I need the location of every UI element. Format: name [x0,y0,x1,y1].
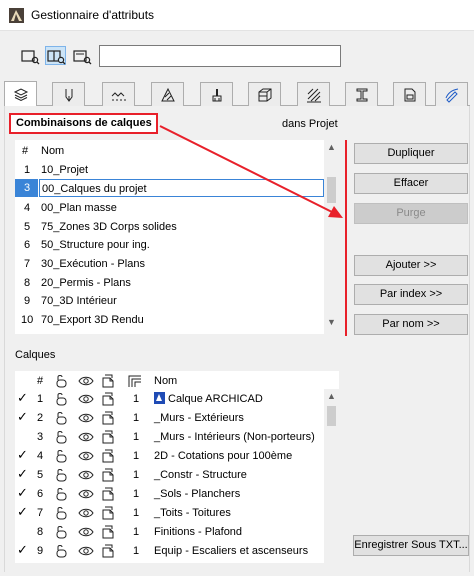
layer-index: 3 [37,431,44,443]
visibility-eye-icon [78,376,94,386]
layer-row[interactable]: 8 1 Finitions - Plafond [15,523,323,541]
layers-scrollbar[interactable]: ▲ [324,389,339,563]
lock-icon[interactable] [55,411,69,425]
archicad-layer-icon [154,392,165,404]
layer-row[interactable]: ✓ 7 1 _Toits - Toitures [15,504,323,522]
scroll-thumb[interactable] [327,406,336,426]
layers-list[interactable]: # Nom ✓ 1 1 Calque ARCHICAD ✓ 2 1 _Murs - Extér… [15,371,339,563]
layer-row[interactable]: ✓ 2 1 _Murs - Extérieurs [15,409,323,427]
scroll-up-icon[interactable]: ▲ [324,391,339,401]
intersection-group-value: 1 [133,450,140,462]
visibility-eye-icon[interactable] [78,469,94,481]
lock-icon [56,375,67,388]
layer-row[interactable]: ✓ 9 1 Equip - Escaliers et ascenseurs [15,542,323,560]
layer-index: 9 [37,545,44,557]
intersection-group-icon [128,375,141,387]
layer-name-text: 2D - Cotations pour 100ème [154,450,293,462]
layer-name-text: _Constr - Structure [154,469,247,481]
layer-name-text: _Murs - Intérieurs (Non-porteurs) [154,431,315,443]
lock-icon[interactable] [55,392,69,406]
visibility-eye-icon[interactable] [78,526,94,538]
visibility-eye-icon[interactable] [78,450,94,462]
wireframe-icon[interactable] [101,430,115,444]
checkmark-icon[interactable]: ✓ [17,541,28,559]
checkmark-icon[interactable]: ✓ [17,446,28,464]
layer-index: 7 [37,507,44,519]
visibility-eye-icon[interactable] [78,431,94,443]
layer-row[interactable]: ✓ 6 1 _Sols - Planchers [15,485,323,503]
layer-name: 2D - Cotations pour 100ème [154,447,292,465]
intersection-group-value: 1 [133,545,140,557]
layer-index: 6 [37,488,44,500]
wireframe-icon[interactable] [101,411,115,425]
intersection-group-value: 1 [133,526,140,538]
layer-name: Calque ARCHICAD [154,390,263,408]
layer-name-text: _Murs - Extérieurs [154,412,244,424]
layer-name: Finitions - Plafond [154,523,242,541]
wireframe-icon [102,374,114,388]
lock-icon[interactable] [55,525,69,539]
layer-index: 2 [37,412,44,424]
layer-row[interactable]: ✓ 1 1 Calque ARCHICAD [15,390,323,408]
layers-header: # Nom [37,374,178,388]
layers-title: Calques [15,349,56,361]
layer-row[interactable]: ✓ 5 1 _Constr - Structure [15,466,323,484]
intersection-group-value: 1 [133,469,140,481]
checkmark-icon[interactable]: ✓ [17,408,28,426]
checkmark-icon[interactable]: ✓ [17,484,28,502]
checkmark-icon[interactable]: ✓ [17,465,28,483]
wireframe-icon[interactable] [101,544,115,558]
intersection-group-value: 1 [133,507,140,519]
visibility-eye-icon[interactable] [78,545,94,557]
wireframe-icon[interactable] [101,468,115,482]
visibility-eye-icon[interactable] [78,507,94,519]
wireframe-icon[interactable] [101,525,115,539]
layer-name: _Constr - Structure [154,466,247,484]
layer-name: _Sols - Planchers [154,485,240,503]
layer-name: _Murs - Intérieurs (Non-porteurs) [154,428,315,446]
lock-icon[interactable] [55,468,69,482]
wireframe-icon[interactable] [101,392,115,406]
layer-index: 8 [37,526,44,538]
layer-row[interactable]: 3 1 _Murs - Intérieurs (Non-porteurs) [15,428,323,446]
layer-name: Equip - Escaliers et ascenseurs [154,542,308,560]
layer-index: 1 [37,393,44,405]
lock-icon[interactable] [55,487,69,501]
visibility-eye-icon[interactable] [78,393,94,405]
lock-icon[interactable] [55,506,69,520]
intersection-group-value: 1 [133,431,140,443]
wireframe-icon[interactable] [101,487,115,501]
visibility-eye-icon[interactable] [78,488,94,500]
layer-name-text: Finitions - Plafond [154,526,243,538]
intersection-group-value: 1 [133,488,140,500]
checkmark-icon[interactable]: ✓ [17,389,28,407]
layer-name-text: Equip - Escaliers et ascenseurs [154,545,309,557]
intersection-group-value: 1 [133,412,140,424]
lock-icon[interactable] [55,430,69,444]
layer-name: _Murs - Extérieurs [154,409,244,427]
lock-icon[interactable] [55,544,69,558]
layer-index: 5 [37,469,44,481]
intersection-group-value: 1 [133,393,140,405]
layer-row[interactable]: ✓ 4 1 2D - Cotations pour 100ème [15,447,323,465]
layer-name-text: _Sols - Planchers [154,488,241,500]
visibility-eye-icon[interactable] [78,412,94,424]
checkmark-icon[interactable]: ✓ [17,503,28,521]
layer-name: _Toits - Toitures [154,504,231,522]
wireframe-icon[interactable] [101,449,115,463]
layer-name-text: _Toits - Toitures [154,507,231,519]
wireframe-icon[interactable] [101,506,115,520]
lock-icon[interactable] [55,449,69,463]
layer-name-text: Calque ARCHICAD [168,393,263,405]
layer-index: 4 [37,450,44,462]
